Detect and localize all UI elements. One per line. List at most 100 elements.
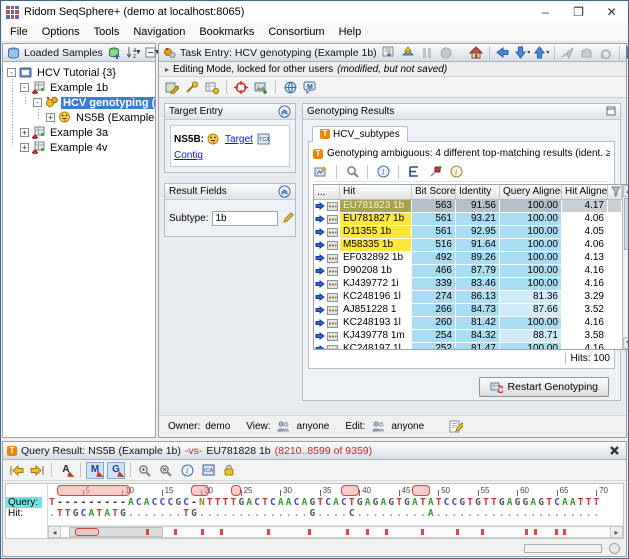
edit-permissions-icon[interactable] [448, 419, 464, 435]
table-config-icon[interactable] [204, 79, 220, 95]
save-icon[interactable] [625, 45, 628, 61]
revert-disabled-icon[interactable] [579, 45, 595, 61]
column-header-hit[interactable]: Hit [340, 185, 412, 199]
table-row[interactable]: KC248196 1l 274 86.13 81.36 3.29 [314, 291, 622, 304]
collapse-target-entry-icon[interactable] [278, 105, 291, 118]
stop-disabled-icon[interactable] [438, 45, 454, 61]
menu-options[interactable]: Options [35, 24, 87, 40]
menu-navigation[interactable]: Navigation [126, 24, 192, 40]
open-alignment-icon[interactable] [315, 331, 325, 341]
tree-item-hcv-genotyping-example-1b[interactable]: - HCV genotyping (Example 1b) [3, 95, 155, 110]
open-alignment-icon[interactable] [315, 344, 325, 349]
table-row[interactable]: EU781827 1b 561 93.21 100.00 4.06 [314, 213, 622, 226]
alignment-info-icon[interactable]: i [178, 462, 196, 479]
open-alignment-icon[interactable] [315, 279, 325, 289]
pin-icon[interactable] [427, 164, 443, 180]
globe-icon[interactable] [282, 79, 298, 95]
column-control-icon[interactable] [608, 185, 622, 199]
open-alignment-icon[interactable] [315, 227, 325, 237]
maximize-results-icon[interactable] [606, 106, 616, 116]
table-row[interactable]: KC248197 1l 252 81.47 100.00 4.16 [314, 343, 622, 349]
contig-link[interactable]: Contig [174, 150, 203, 161]
close-query-icon[interactable] [606, 443, 622, 459]
open-alignment-icon[interactable] [315, 292, 325, 302]
mismatch-m-icon[interactable]: M [86, 461, 105, 479]
annotate-a-icon[interactable]: A [57, 462, 76, 479]
menu-bookmarks[interactable]: Bookmarks [192, 24, 261, 40]
menu-help[interactable]: Help [332, 24, 369, 40]
export-icon[interactable] [313, 164, 329, 180]
home-icon[interactable] [468, 45, 484, 61]
table-row[interactable]: D90208 1b 466 87.79 100.00 4.16 [314, 265, 622, 278]
menu-consortium[interactable]: Consortium [261, 24, 331, 40]
menu-tools[interactable]: Tools [87, 24, 127, 40]
back-icon[interactable] [495, 45, 511, 61]
alignment-scrollbar[interactable]: ◂ ▸ [48, 525, 623, 538]
zoom-reset-icon[interactable] [157, 462, 175, 479]
details-icon[interactable]: i [448, 164, 464, 180]
batch-icon[interactable] [381, 45, 397, 61]
subtype-input[interactable] [212, 210, 279, 226]
edit-subtype-icon[interactable] [282, 210, 295, 226]
table-row[interactable]: KJ439772 1i 339 83.46 100.00 4.16 [314, 278, 622, 291]
pause-disabled-icon[interactable] [419, 45, 435, 61]
collapse-node-icon[interactable]: - [33, 98, 42, 107]
open-alignment-icon[interactable] [315, 266, 325, 276]
scroll-left-icon[interactable]: ◂ [48, 526, 61, 538]
scroll-down-icon[interactable]: ▼ [623, 337, 628, 349]
table-vertical-scrollbar[interactable]: ▲ ▼ [622, 185, 628, 349]
sort-icon[interactable]: a z ▼ [126, 45, 142, 61]
refresh-samples-icon[interactable] [107, 45, 123, 61]
tree-item-example-4v[interactable]: + Example 4v [3, 140, 155, 155]
edit-entry-icon[interactable] [164, 79, 180, 95]
add-attachment-icon[interactable] [253, 79, 269, 95]
gap-g-icon[interactable]: G [107, 461, 126, 479]
open-alignment-icon[interactable] [315, 240, 325, 250]
open-alignment-icon[interactable] [315, 305, 325, 315]
target-link[interactable]: Target [225, 134, 253, 145]
comment-icon[interactable]: M [302, 79, 318, 95]
submit-disabled-icon[interactable] [560, 45, 576, 61]
menu-file[interactable]: File [3, 24, 35, 40]
close-button[interactable]: ✕ [595, 1, 628, 23]
zoom-in-icon[interactable] [136, 462, 154, 479]
table-row[interactable]: KJ439778 1m 254 84.32 88.71 3.58 [314, 330, 622, 343]
matrix-icon[interactable]: ICA [199, 462, 217, 479]
expand-node-icon[interactable]: + [46, 113, 55, 122]
minimize-button[interactable]: – [529, 1, 562, 23]
tree-item-ns5b-example-1b[interactable]: + NS5B (Example 1b) [3, 110, 155, 125]
scroll-thumb[interactable] [624, 198, 628, 250]
collapse-node-icon[interactable]: - [7, 68, 16, 77]
refresh-disabled-icon[interactable] [598, 45, 614, 61]
tools-icon[interactable] [184, 79, 200, 95]
upload-icon[interactable] [400, 45, 416, 61]
prev-result-icon[interactable] [533, 45, 549, 61]
next-mismatch-icon[interactable] [28, 462, 46, 479]
tab-hcv-subtypes[interactable]: T HCV_subtypes [312, 125, 408, 142]
restart-genotyping-button[interactable]: Restart Genotyping [478, 377, 609, 397]
column-header--[interactable]: ... [314, 185, 340, 199]
column-header-query-aligned[interactable]: Query Aligned [500, 185, 562, 199]
column-header-identity[interactable]: Identity [456, 185, 500, 199]
table-row[interactable]: EF032892 1b 492 89.26 100.00 4.13 [314, 252, 622, 265]
scroll-track[interactable] [61, 526, 610, 538]
table-row[interactable]: AJ851228 1 266 84.73 87.66 3.52 [314, 304, 622, 317]
collapse-node-icon[interactable]: - [20, 83, 29, 92]
open-alignment-icon[interactable] [315, 318, 325, 328]
tree-item-example-1b[interactable]: - Example 1b [3, 80, 155, 95]
open-alignment-icon[interactable] [315, 214, 325, 224]
info-icon[interactable]: i [375, 164, 391, 180]
maximize-button[interactable]: ❐ [562, 1, 595, 23]
crosshair-icon[interactable] [233, 79, 249, 95]
tree-item-hcv-tutorial-3[interactable]: - HCV Tutorial {3} [3, 65, 155, 80]
table-row[interactable]: EU781823 1b 563 91.56 100.00 4.17 [314, 200, 622, 213]
scroll-right-icon[interactable]: ▸ [610, 526, 623, 538]
table-row[interactable]: M58335 1b 516 91.64 100.00 4.06 [314, 239, 622, 252]
lock-icon[interactable] [220, 462, 238, 479]
column-header-bit-score[interactable]: Bit Score [412, 185, 456, 199]
scroll-up-icon[interactable]: ▲ [623, 185, 628, 197]
magnifier-icon[interactable] [344, 164, 360, 180]
table-row[interactable]: KC248193 1l 260 81.42 100.00 4.16 [314, 317, 622, 330]
column-header-hit-aligned[interactable]: Hit Aligned [562, 185, 608, 199]
prev-mismatch-icon[interactable] [7, 462, 25, 479]
